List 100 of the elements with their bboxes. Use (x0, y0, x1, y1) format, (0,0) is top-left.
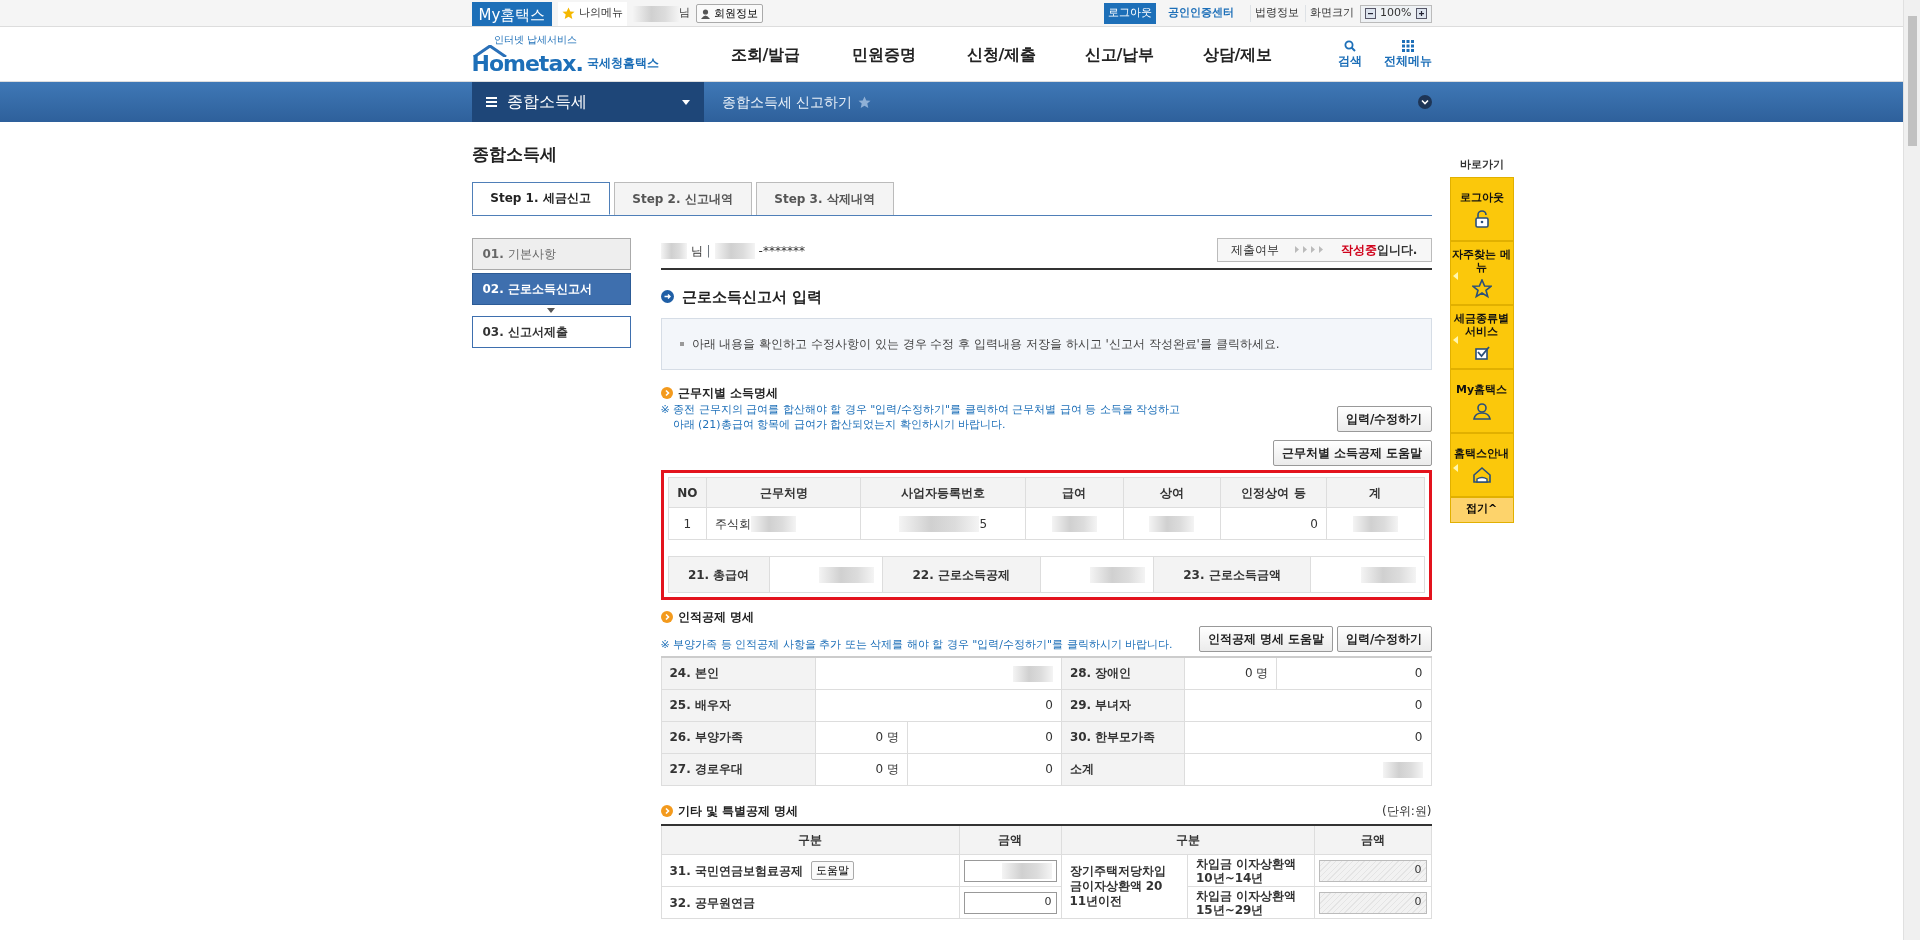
chevron-circle-icon (660, 611, 673, 623)
row-label: 24. 본인 (669, 666, 719, 681)
column-header: 금액 (998, 832, 1022, 847)
section-title: 인적공제 명세 (677, 609, 754, 626)
total-label: 23. 근로소득금액 (1183, 567, 1281, 582)
column-header: 구분 (798, 832, 822, 847)
plus-icon[interactable] (1415, 8, 1427, 19)
redacted-block (633, 5, 680, 22)
quick-menu-item[interactable]: 세금종류별 서비스 (1449, 304, 1514, 369)
amount-input: 0 (1318, 859, 1427, 882)
group-label: 장기주택저당차입금이자상환액 2011년이전 (1069, 864, 1167, 909)
amount-value: 0 (1414, 666, 1423, 681)
bullet-icon (679, 342, 684, 346)
quick-menu-item[interactable]: My홈택스 (1449, 368, 1514, 433)
help-button[interactable]: 도움말 (810, 861, 854, 880)
zoom-control[interactable]: 100% (1360, 4, 1432, 23)
chevron-down-icon[interactable] (1417, 95, 1432, 109)
search-link[interactable]: 검색 (1337, 39, 1362, 70)
section-title: 기타 및 특별공제 명세 (677, 802, 799, 820)
all-menu-link[interactable]: 전체메뉴 (1383, 39, 1432, 70)
main-menu-item[interactable]: 민원증명 (824, 42, 943, 67)
breadcrumb-link[interactable]: 종합소득세 신고하기 (721, 91, 852, 113)
column-header: 급여 (1025, 477, 1124, 508)
column-header: 근무처명 (706, 477, 861, 508)
table-cell: 1 (683, 516, 692, 531)
amount-value: 0 (1414, 730, 1423, 744)
column-header: 구분 (1175, 832, 1200, 847)
table-cell-text: 주식회 (715, 515, 752, 533)
member-info-button[interactable]: 회원정보 (696, 4, 764, 23)
total-label: 22. 근로소득공제 (912, 567, 1010, 582)
page-title: 종합소득세 (471, 143, 558, 166)
table-cell-text: 5 (979, 515, 988, 533)
chevron-circle-icon (660, 387, 673, 399)
cert-center-link[interactable]: 공인인증센터 (1168, 5, 1235, 22)
amount-input[interactable]: 0 (963, 891, 1057, 914)
grid-icon (1401, 39, 1414, 52)
quick-menu-item[interactable]: 자주찾는 메뉴 (1449, 240, 1514, 305)
amount-input[interactable] (963, 859, 1057, 882)
step-tab[interactable]: Step 3. 삭제내역 (755, 181, 894, 215)
star-icon[interactable] (857, 95, 871, 109)
column-header: 상여 (1123, 477, 1221, 508)
edit-button[interactable]: 입력/수정하기 (1337, 626, 1432, 652)
my-menu-link[interactable]: 나의메뉴 (558, 1, 628, 26)
quick-menu-title: 바로가기 (1458, 157, 1505, 173)
step-tab[interactable]: Step 1. 세금신고 (471, 181, 610, 215)
quick-menu-item[interactable]: 홈택스안내 (1449, 432, 1514, 497)
main-menu-item[interactable]: 상담/제보 (1178, 42, 1297, 67)
step-tab[interactable]: Step 2. 신고내역 (613, 181, 752, 215)
arrows-icon (1294, 246, 1325, 253)
person-icon (701, 8, 711, 19)
column-header: 금액 (1360, 832, 1385, 847)
edit-button[interactable]: 입력/수정하기 (1337, 406, 1432, 432)
redacted-block (714, 242, 755, 259)
main-menu-item[interactable]: 신청/제출 (942, 42, 1061, 67)
column-header: NO (668, 477, 707, 508)
user-name-suffix: 님 (690, 242, 703, 260)
total-label: 21. 총급여 (687, 567, 750, 582)
step-item[interactable]: 01. 기본사항 (471, 237, 631, 270)
row-label: 30. 한부모가족 (1069, 730, 1156, 744)
note-text: ※ 부양가족 등 인적공제 사항을 추가 또는 삭제를 해야 할 경우 "입력/수정하기"를 클릭하시기 바랍니다. (660, 637, 1173, 652)
main-menu-item[interactable]: 조회/발급 (706, 42, 825, 67)
my-hometax-tab[interactable]: My홈택스 (471, 1, 553, 26)
amount-value: 0 (1414, 698, 1423, 712)
separator: | (706, 242, 711, 260)
quick-menu-item[interactable]: 로그아웃 (1449, 176, 1514, 241)
row-label: 32. 공무원연금 (669, 894, 755, 912)
status-text: 작성중입니다. (1340, 241, 1418, 259)
amount-value: 0 (1045, 762, 1053, 776)
row-label: 27. 경로우대 (669, 762, 743, 776)
notice-text: 아래 내용을 확인하고 수정사항이 있는 경우 수정 후 입력내용 저장을 하시고 '신고서 작성완료'를 클릭하세요. (691, 336, 1280, 353)
person-icon (1471, 400, 1492, 421)
column-header: 인정상여 등 (1220, 477, 1327, 508)
row-label: 29. 부녀자 (1069, 698, 1132, 712)
count-value: 0 명 (1245, 666, 1269, 681)
logout-button[interactable]: 로그아웃 (1104, 3, 1157, 24)
chevron-circle-icon (660, 804, 673, 817)
count-value: 0 명 (875, 762, 899, 776)
form-title: 근로소득신고서 입력 (681, 286, 822, 308)
help-button[interactable]: 근무처별 소득공제 도움말 (1273, 440, 1432, 466)
caret-icon (681, 99, 690, 105)
collapse-button[interactable]: 접기^ (1449, 496, 1514, 523)
step-item[interactable]: 03. 신고서제출 (471, 315, 631, 348)
row-label: 차입금 이자상환액 15년~29년 (1196, 888, 1297, 917)
redacted-block (660, 242, 687, 259)
minus-icon[interactable] (1365, 8, 1377, 19)
count-value: 0 명 (875, 730, 899, 744)
main-menu-item[interactable]: 신고/납부 (1060, 42, 1179, 67)
arrow-circle-icon (660, 290, 674, 304)
section-menu[interactable]: 종합소득세 (471, 82, 704, 122)
step-item[interactable]: 02. 근로소득신고서 (471, 272, 631, 305)
top-link[interactable]: 화면크기 (1305, 5, 1355, 22)
help-button[interactable]: 인적공제 명세 도움말 (1198, 626, 1334, 652)
note-text: 아래 (21)총급여 항목에 급여가 합산되었는지 확인하시기 바랍니다. (671, 417, 1007, 432)
amount-value: 0 (1045, 730, 1053, 744)
row-label: 31. 국민연금보험료공제 (669, 862, 803, 880)
masked-id: -******* (758, 242, 805, 260)
star-icon (1471, 279, 1492, 299)
scrollbar[interactable] (1903, 0, 1920, 940)
house-icon (1471, 464, 1492, 485)
top-link[interactable]: 법령정보 (1250, 5, 1300, 22)
